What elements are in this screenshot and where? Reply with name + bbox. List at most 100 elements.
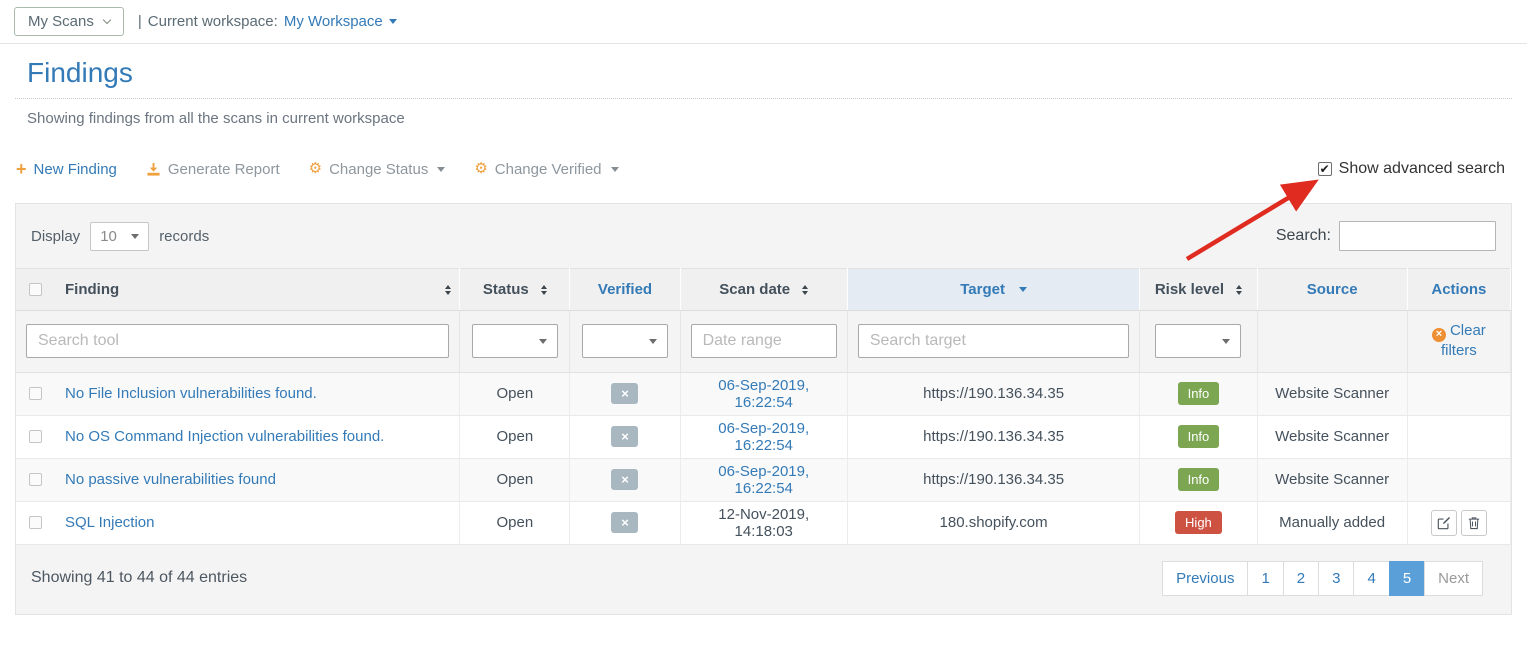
not-verified-badge[interactable]: × — [611, 426, 638, 447]
delete-finding-button[interactable] — [1461, 510, 1487, 536]
global-search: Search: — [1276, 221, 1496, 251]
findings-panel: Display 10 records Search: FindingStatus… — [15, 203, 1512, 615]
column-label: Verified — [598, 281, 652, 298]
page-button-4[interactable]: 4 — [1353, 561, 1389, 596]
finding-link[interactable]: No OS Command Injection vulnerabilities … — [65, 428, 384, 445]
edit-finding-button[interactable] — [1431, 510, 1457, 536]
display-records: Display 10 records — [31, 222, 209, 251]
display-count-select[interactable]: 10 — [90, 222, 149, 251]
filter-verified-select[interactable] — [582, 324, 668, 358]
filter-risk-select[interactable] — [1155, 324, 1241, 358]
select-caret-icon — [1222, 339, 1230, 344]
entries-summary: Showing 41 to 44 of 44 entries — [31, 569, 247, 587]
cell-risk-level: High — [1140, 501, 1257, 544]
display-label: Display — [31, 228, 80, 245]
cell-finding: SQL Injection — [16, 501, 460, 544]
finding-link[interactable]: SQL Injection — [65, 514, 155, 531]
column-header-inner: Source — [1258, 269, 1407, 310]
column-header-inner: Status — [460, 269, 569, 310]
table-header-row: FindingStatus Verified Scan date Target Risk… — [16, 269, 1511, 311]
page-subtitle: Showing findings from all the scans in c… — [27, 110, 1500, 127]
download-icon — [146, 162, 161, 177]
cell-target: https://190.136.34.35 — [847, 458, 1139, 501]
finding-link[interactable]: No File Inclusion vulnerabilities found. — [65, 385, 317, 402]
sort-down-triangle — [1236, 291, 1242, 295]
search-input[interactable] — [1339, 221, 1496, 251]
filter-cell-status — [460, 311, 570, 373]
sort-up-triangle — [541, 285, 547, 289]
scan-date-value[interactable]: 06-Sep-2019, 16:22:54 — [718, 420, 809, 454]
change-verified-dropdown[interactable]: ⚙ Change Verified — [474, 161, 618, 178]
page-button-1[interactable]: 1 — [1247, 561, 1283, 596]
caret-down-icon — [437, 167, 445, 172]
column-header-inner: Target — [848, 269, 1139, 310]
scan-date-value[interactable]: 06-Sep-2019, 16:22:54 — [718, 463, 809, 497]
filter-date-range-input[interactable] — [691, 324, 837, 358]
gear-icon: ⚙ — [309, 162, 322, 176]
table-row: SQL InjectionOpen×12-Nov-2019, 14:18:031… — [16, 501, 1511, 544]
row-checkbox[interactable] — [29, 387, 42, 400]
list-controls: Display 10 records Search: — [16, 204, 1511, 268]
workspace-dropdown[interactable]: My Workspace — [284, 13, 397, 30]
cell-verified: × — [570, 372, 680, 415]
sort-up-triangle — [802, 285, 808, 289]
cell-target: 180.shopify.com — [847, 501, 1139, 544]
row-checkbox[interactable] — [29, 516, 42, 529]
column-header-target[interactable]: Target — [847, 269, 1139, 311]
scan-date-value[interactable]: 06-Sep-2019, 16:22:54 — [718, 377, 809, 411]
sort-up-triangle — [445, 285, 451, 289]
cell-verified: × — [570, 415, 680, 458]
not-verified-badge[interactable]: × — [611, 512, 638, 533]
page-button-3[interactable]: 3 — [1318, 561, 1354, 596]
column-header-scan-date[interactable]: Scan date — [680, 269, 847, 311]
workspace-label: Current workspace: — [148, 13, 278, 30]
finding-inner: No passive vulnerabilities found — [29, 471, 451, 488]
caret-down-icon — [611, 167, 619, 172]
change-status-dropdown[interactable]: ⚙ Change Status — [309, 161, 446, 178]
page-button-2[interactable]: 2 — [1283, 561, 1319, 596]
column-header-risk-level[interactable]: Risk level — [1140, 269, 1257, 311]
column-header-inner: Risk level — [1140, 269, 1256, 310]
status-value: Open — [496, 385, 533, 402]
advanced-search-checkbox[interactable]: ✔ — [1318, 162, 1332, 176]
table-filter-row: ×Clear filters — [16, 311, 1511, 373]
filter-target-input[interactable] — [858, 324, 1129, 358]
clear-filters-button[interactable]: ×Clear filters — [1423, 322, 1495, 361]
not-verified-badge[interactable]: × — [611, 469, 638, 490]
cell-risk-level: Info — [1140, 372, 1257, 415]
column-header-inner: Scan date — [681, 269, 847, 310]
show-advanced-search-toggle[interactable]: ✔ Show advanced search — [1318, 160, 1505, 178]
status-value: Open — [496, 428, 533, 445]
select-all-checkbox[interactable] — [29, 283, 42, 296]
workspace-name: My Workspace — [284, 13, 383, 30]
cell-source: Website Scanner — [1257, 372, 1407, 415]
finding-link[interactable]: No passive vulnerabilities found — [65, 471, 276, 488]
column-label: Scan date — [719, 281, 790, 298]
column-label: Actions — [1431, 281, 1486, 298]
workspace-area: | Current workspace: My Workspace — [138, 13, 397, 30]
new-finding-button[interactable]: + New Finding — [16, 161, 117, 178]
plus-icon: + — [16, 162, 27, 176]
toolbar: + New Finding Generate Report ⚙ Change S… — [16, 160, 1512, 178]
filter-cell-finding — [16, 311, 460, 373]
source-value: Manually added — [1279, 514, 1385, 531]
filter-cell-scan-date — [680, 311, 847, 373]
filter-finding-input[interactable] — [26, 324, 449, 358]
my-scans-dropdown[interactable]: My Scans — [14, 7, 124, 36]
column-label: Target — [960, 281, 1005, 298]
page-button-previous[interactable]: Previous — [1162, 561, 1248, 596]
not-verified-badge[interactable]: × — [611, 383, 638, 404]
sort-down-triangle — [445, 291, 451, 295]
column-header-finding[interactable]: Finding — [16, 269, 460, 311]
chevron-down-icon — [103, 16, 111, 24]
row-checkbox[interactable] — [29, 473, 42, 486]
source-value: Website Scanner — [1275, 385, 1389, 402]
filter-cell-verified — [570, 311, 680, 373]
cell-scan-date: 06-Sep-2019, 16:22:54 — [680, 415, 847, 458]
generate-report-button[interactable]: Generate Report — [146, 161, 280, 178]
column-header-status[interactable]: Status — [460, 269, 570, 311]
page-button-5[interactable]: 5 — [1389, 561, 1425, 596]
row-checkbox[interactable] — [29, 430, 42, 443]
filter-status-select[interactable] — [472, 324, 558, 358]
display-count-value: 10 — [100, 228, 117, 245]
